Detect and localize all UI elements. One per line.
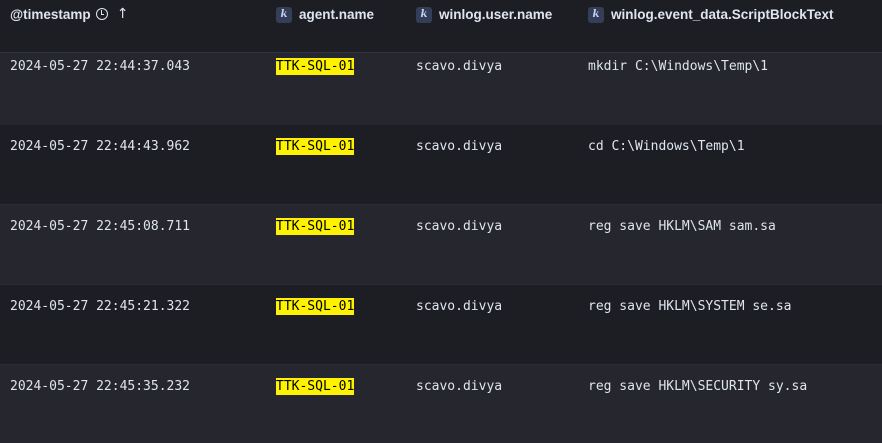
table-row[interactable]: 2024-05-27 22:45:08.711 TTK-SQL-01 scavo… (0, 205, 882, 285)
column-header-agent-name[interactable]: k agent.name (276, 6, 374, 24)
timestamp-cell: 2024-05-27 22:45:21.322 (10, 299, 191, 314)
timestamp-cell: 2024-05-27 22:44:37.043 (10, 59, 191, 74)
data-grid: @timestamp ↑ k agent.name k winlog.user.… (0, 0, 882, 443)
agent-name-cell: TTK-SQL-01 (276, 378, 355, 395)
column-header-user-name[interactable]: k winlog.user.name (416, 6, 566, 24)
table-row[interactable]: 2024-05-27 22:44:43.962 TTK-SQL-01 scavo… (0, 125, 882, 205)
user-name-cell: scavo.divya (416, 219, 503, 234)
agent-name-cell: TTK-SQL-01 (276, 218, 355, 235)
user-name-cell: scavo.divya (416, 59, 503, 74)
search-highlight: TTK-SQL-01 (276, 218, 355, 235)
agent-name-cell: TTK-SQL-01 (276, 138, 355, 155)
column-header-timestamp[interactable]: @timestamp ↑ (10, 6, 128, 24)
user-name-cell: scavo.divya (416, 299, 503, 314)
grid-header: @timestamp ↑ k agent.name k winlog.user.… (0, 0, 882, 53)
column-header-label: agent.name (299, 7, 375, 22)
keyword-type-icon: k (416, 7, 432, 23)
script-block-cell: reg save HKLM\SAM sam.sa (588, 219, 776, 234)
table-row[interactable]: 2024-05-27 22:44:37.043 TTK-SQL-01 scavo… (0, 53, 882, 133)
timestamp-cell: 2024-05-27 22:44:43.962 (10, 139, 191, 154)
agent-name-cell: TTK-SQL-01 (276, 58, 355, 75)
script-block-cell: reg save HKLM\SYSTEM se.sa (588, 299, 792, 314)
column-header-label: @timestamp (10, 7, 91, 22)
agent-name-cell: TTK-SQL-01 (276, 298, 355, 315)
keyword-type-icon: k (588, 7, 604, 23)
column-header-label: winlog.user.name (439, 7, 553, 22)
table-row[interactable]: 2024-05-27 22:45:35.232 TTK-SQL-01 scavo… (0, 365, 882, 443)
keyword-type-icon: k (276, 7, 292, 23)
clock-icon (95, 8, 108, 20)
user-name-cell: scavo.divya (416, 379, 503, 394)
script-block-cell: cd C:\Windows\Temp\1 (588, 139, 745, 154)
script-block-cell: reg save HKLM\SECURITY sy.sa (588, 379, 808, 394)
search-highlight: TTK-SQL-01 (276, 298, 355, 315)
column-header-label: winlog.event_data.ScriptBlockText (611, 7, 834, 22)
user-name-cell: scavo.divya (416, 139, 503, 154)
timestamp-cell: 2024-05-27 22:45:35.232 (10, 379, 191, 394)
search-highlight: TTK-SQL-01 (276, 58, 355, 75)
script-block-cell: mkdir C:\Windows\Temp\1 (588, 59, 769, 74)
table-row[interactable]: 2024-05-27 22:45:21.322 TTK-SQL-01 scavo… (0, 285, 882, 365)
timestamp-cell: 2024-05-27 22:45:08.711 (10, 219, 191, 234)
arrow-up-icon[interactable]: ↑ (117, 6, 129, 22)
search-highlight: TTK-SQL-01 (276, 378, 355, 395)
search-highlight: TTK-SQL-01 (276, 138, 355, 155)
column-header-script-block-text[interactable]: k winlog.event_data.ScriptBlockText (588, 6, 834, 24)
